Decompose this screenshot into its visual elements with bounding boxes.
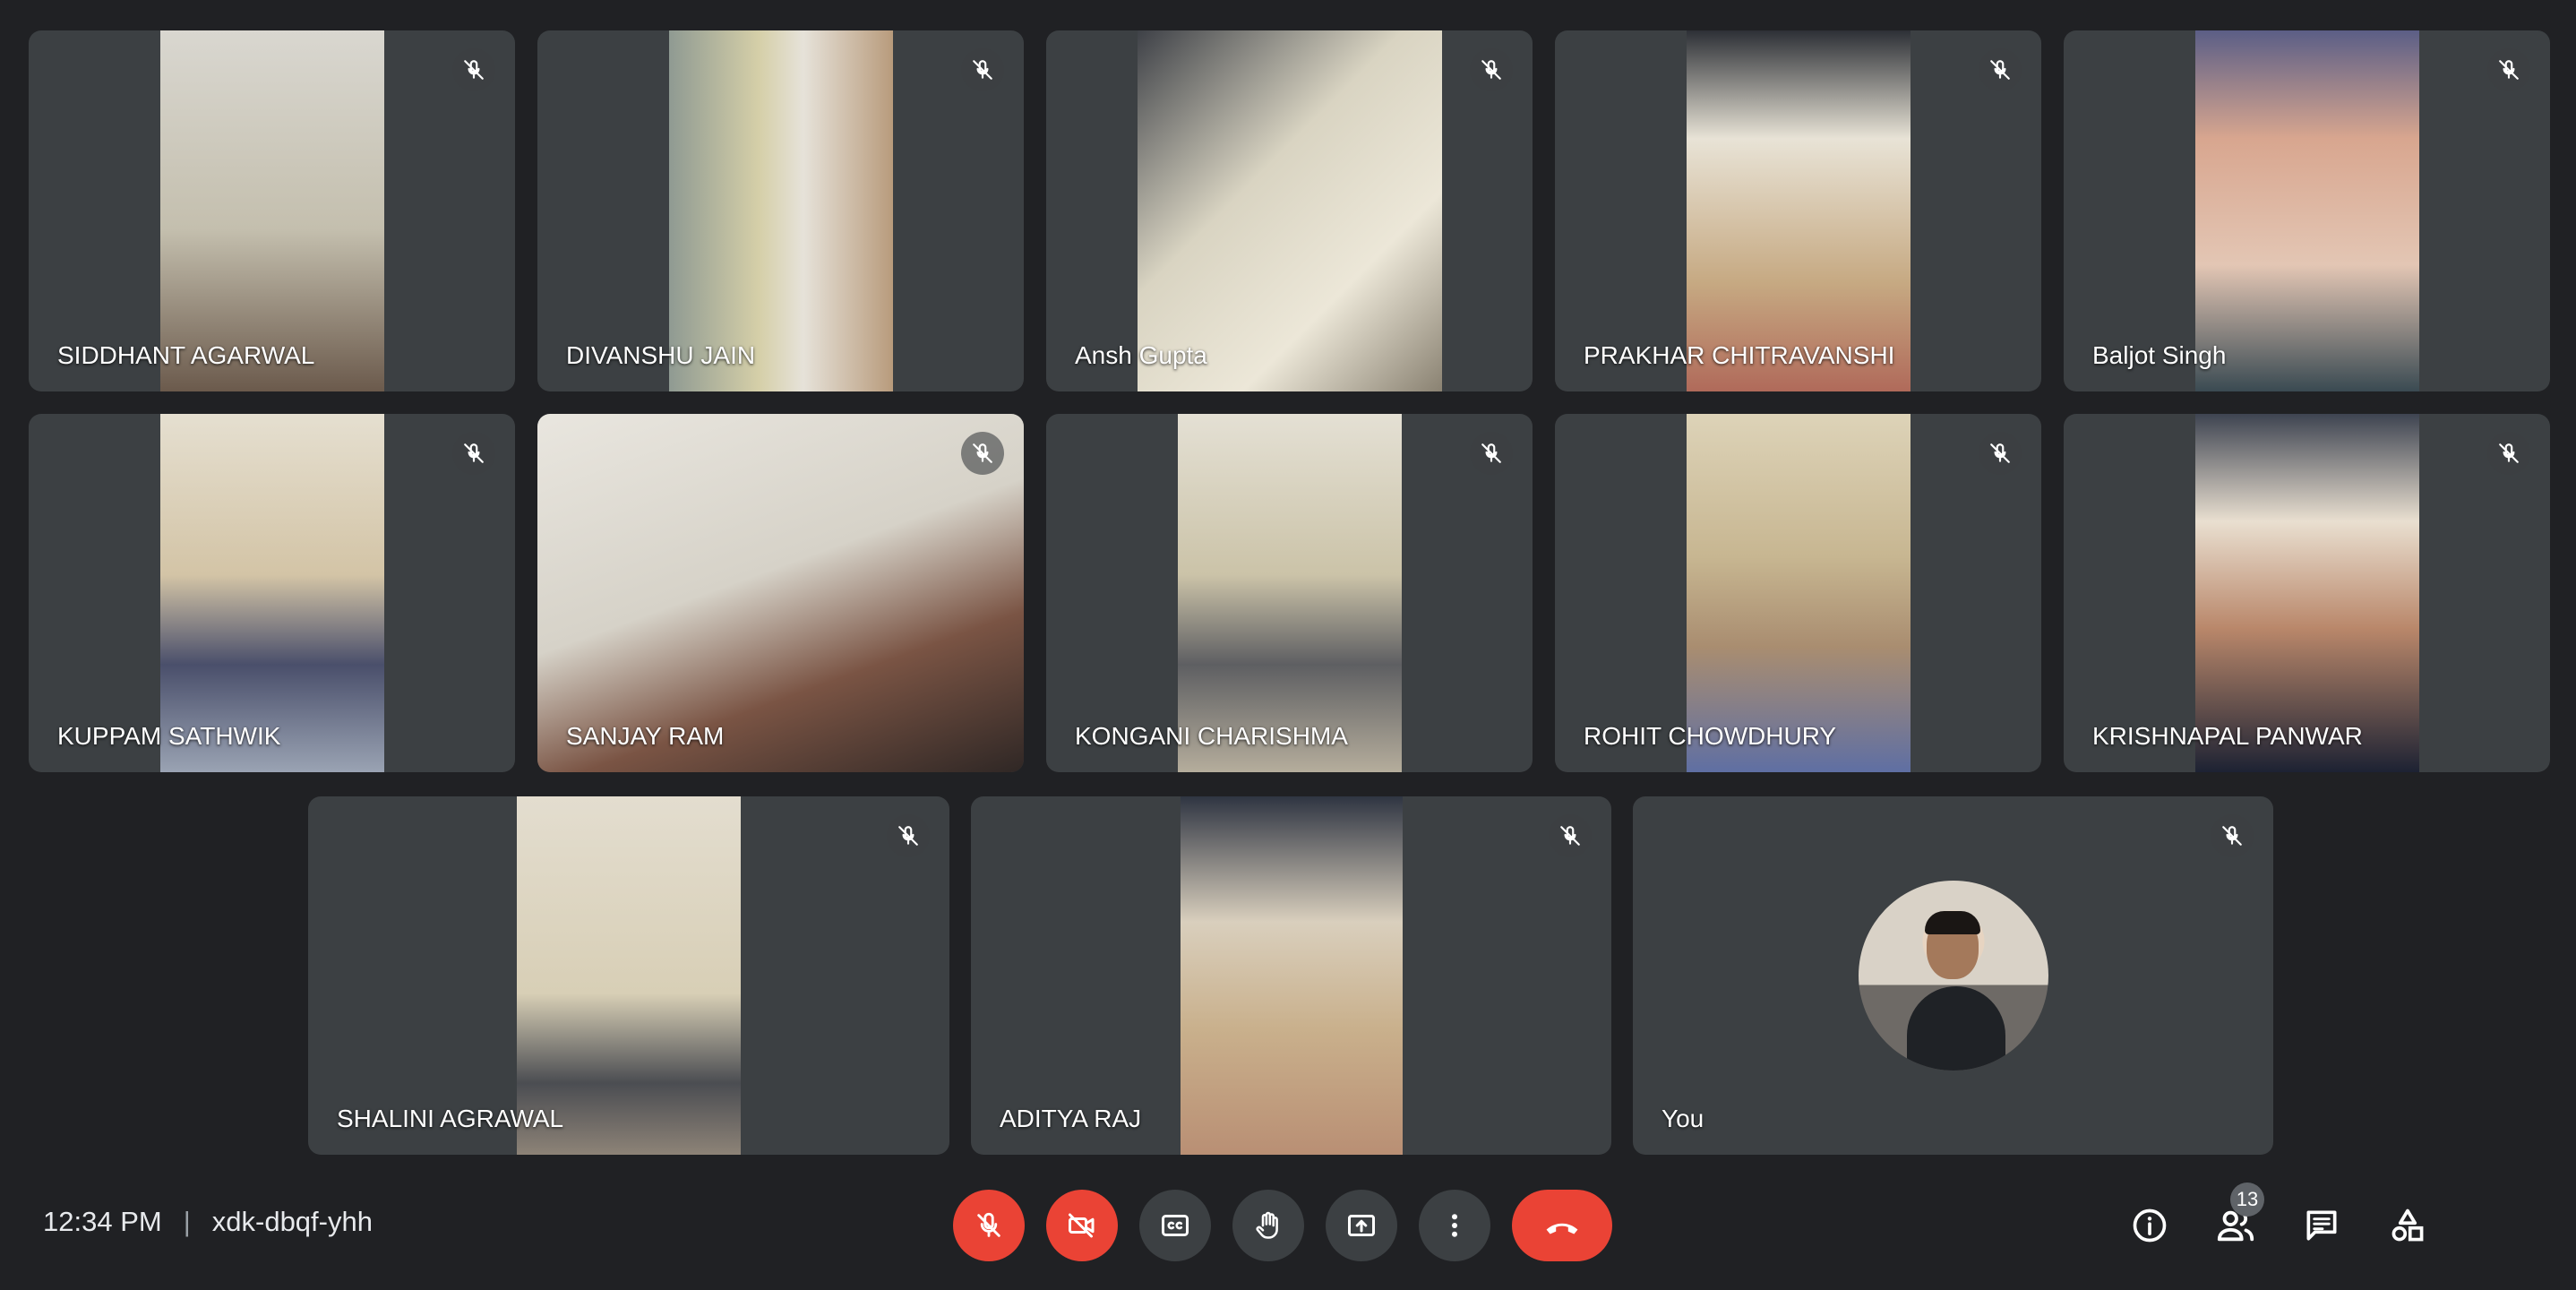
self-avatar [1858,881,2048,1071]
chat-icon [2306,1210,2337,1241]
meeting-time: 12:34 PM [43,1206,162,1237]
meeting-code: xdk-dbqf-yhh [211,1206,373,1237]
mic-muted-icon [2487,432,2530,475]
participant-name: SIDDHANT AGARWAL [57,341,315,369]
participant-name: ADITYA RAJ [1000,1105,1142,1132]
leave-call-icon [1546,1223,1578,1234]
people-count-badge: 13 [2230,1182,2264,1217]
mic-muted-icon [2487,48,2530,91]
participant-tile[interactable]: ADITYA RAJ [971,796,1611,1155]
participant-video [537,414,1024,772]
participant-name: ROHIT CHOWDHURY [1584,722,1837,750]
participant-video [1137,30,1442,391]
participant-name: DIVANSHU JAIN [566,341,756,369]
participant-video [1686,30,1911,391]
participant-tile[interactable]: KUPPAM SATHWIK [29,414,515,772]
captions-icon [1162,1215,1189,1236]
participant-tile[interactable]: Ansh Gupta [1046,30,1533,391]
bottom-toolbar: 12:34 PM | xdk-dbqf-yhh 13 [0,1174,2576,1281]
participant-tile[interactable]: SANJAY RAM [537,414,1024,772]
mic-muted-icon [1549,814,1592,857]
participant-tile[interactable]: PRAKHAR CHITRAVANSHI [1555,30,2041,391]
leave-call-button[interactable] [1512,1190,1612,1261]
camera-off-icon [1069,1213,1095,1238]
divider: | [183,1206,191,1237]
mic-muted-icon [1979,432,2022,475]
mic-muted-icon [1470,432,1513,475]
mic-muted-icon [961,432,1004,475]
mic-muted-icon [1470,48,1513,91]
participant-video [1177,414,1402,772]
mic-muted-icon [452,432,495,475]
participant-tile[interactable]: DIVANSHU JAIN [537,30,1024,391]
participant-tile[interactable]: SIDDHANT AGARWAL [29,30,515,391]
mic-toggle-button[interactable] [953,1190,1025,1261]
more-options-button[interactable] [1419,1190,1490,1261]
participant-tile[interactable]: ROHIT CHOWDHURY [1555,414,2041,772]
mic-muted-icon [961,48,1004,91]
mic-muted-icon [2211,814,2254,857]
mic-off-icon [977,1212,1000,1237]
participant-video [1686,414,1911,772]
present-screen-icon [1348,1215,1375,1236]
participant-tile[interactable]: SHALINI AGRAWAL [308,796,949,1155]
more-options-icon [1452,1214,1457,1237]
mic-muted-icon [452,48,495,91]
present-button[interactable] [1326,1190,1397,1261]
participant-name: KONGANI CHARISHMA [1075,722,1348,750]
self-tile[interactable]: You [1633,796,2273,1155]
participant-video [2194,30,2419,391]
participant-name: KUPPAM SATHWIK [57,722,281,750]
participant-name: PRAKHAR CHITRAVANSHI [1584,341,1895,369]
participant-video [2194,414,2419,772]
chat-button[interactable] [2298,1202,2345,1249]
raise-hand-icon [1256,1211,1278,1239]
participant-video [517,796,741,1155]
participant-name: Baljot Singh [2092,341,2227,369]
participant-video [159,414,384,772]
mic-muted-icon [887,814,930,857]
participant-video [159,30,384,391]
participant-tile[interactable]: KRISHNAPAL PANWAR [2064,414,2550,772]
participant-name: SANJAY RAM [566,722,725,750]
participant-tile[interactable]: Baljot Singh [2064,30,2550,391]
mic-muted-icon [1979,48,2022,91]
participant-tile[interactable]: KONGANI CHARISHMA [1046,414,1533,772]
raise-hand-button[interactable] [1232,1190,1304,1261]
meeting-details-button[interactable] [2126,1202,2173,1249]
participant-name: You [1662,1105,1704,1132]
participant-video [668,30,893,391]
participant-name: KRISHNAPAL PANWAR [2092,722,2363,750]
meeting-details: 12:34 PM | xdk-dbqf-yhh [43,1206,373,1238]
info-icon [2133,1208,2167,1243]
activities-icon [2391,1208,2424,1242]
participant-name: SHALINI AGRAWAL [337,1105,564,1132]
camera-toggle-button[interactable] [1046,1190,1118,1261]
people-button[interactable]: 13 [2212,1182,2264,1249]
activities-button[interactable] [2384,1202,2431,1249]
participant-name: Ansh Gupta [1075,341,1207,369]
participant-video [1180,796,1403,1155]
captions-button[interactable] [1139,1190,1211,1261]
